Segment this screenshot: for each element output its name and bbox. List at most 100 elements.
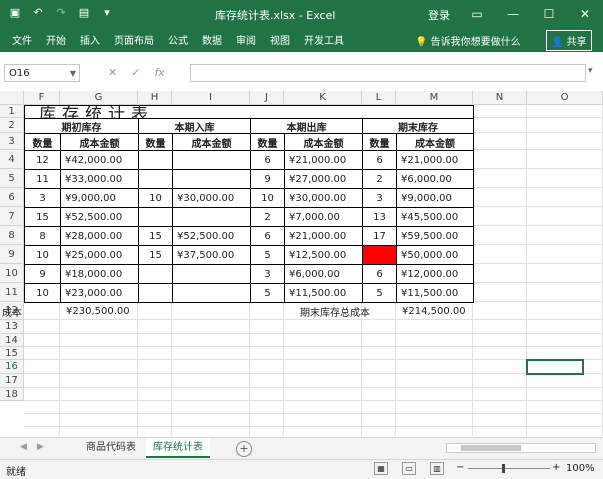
data-cell[interactable]: [172, 207, 251, 227]
tab-developer[interactable]: 开发工具: [304, 32, 344, 47]
data-cell[interactable]: 5: [250, 245, 285, 265]
section-header[interactable]: 本期出库: [250, 118, 363, 134]
add-sheet-icon[interactable]: +: [236, 441, 252, 457]
data-cell[interactable]: ¥18,000.00: [60, 264, 139, 284]
zoom-slider-knob[interactable]: [502, 464, 505, 473]
row-header[interactable]: 13: [0, 320, 24, 334]
form-icon[interactable]: ▤: [77, 5, 91, 19]
zoom-level[interactable]: 100%: [566, 463, 595, 474]
scrollbar-thumb[interactable]: [461, 445, 521, 451]
data-cell[interactable]: 20: [362, 245, 397, 265]
data-cell[interactable]: 3: [24, 188, 61, 208]
data-cell[interactable]: ¥12,000.00: [396, 264, 474, 284]
data-cell[interactable]: ¥21,000.00: [396, 150, 474, 170]
data-cell[interactable]: ¥21,000.00: [284, 150, 363, 170]
column-header[interactable]: M: [396, 91, 473, 105]
horizontal-scrollbar[interactable]: [446, 443, 596, 453]
page-layout-view-icon[interactable]: ▭: [402, 462, 416, 475]
data-cell[interactable]: 15: [138, 226, 173, 246]
data-cell[interactable]: [138, 264, 173, 284]
data-cell[interactable]: 15: [138, 245, 173, 265]
data-cell[interactable]: [138, 283, 173, 303]
data-cell[interactable]: [172, 264, 251, 284]
login-link[interactable]: 登录: [428, 7, 450, 23]
data-cell[interactable]: [138, 150, 173, 170]
column-label[interactable]: 数量: [24, 133, 61, 151]
data-cell[interactable]: 9: [24, 264, 61, 284]
column-header[interactable]: I: [172, 91, 250, 105]
data-cell[interactable]: 10: [138, 188, 173, 208]
row-header[interactable]: 4: [0, 150, 24, 169]
data-cell[interactable]: 8: [24, 226, 61, 246]
tab-insert[interactable]: 插入: [80, 32, 100, 47]
zoom-out-icon[interactable]: −: [456, 462, 464, 473]
formula-input[interactable]: [190, 64, 586, 82]
row-header[interactable]: 3: [0, 133, 24, 150]
data-cell[interactable]: 10: [250, 188, 285, 208]
tab-data[interactable]: 数据: [202, 32, 222, 47]
sheet-prev-icon[interactable]: ◀: [20, 442, 27, 452]
column-label[interactable]: 数量: [138, 133, 173, 151]
tab-view[interactable]: 视图: [270, 32, 290, 47]
data-cell[interactable]: 13: [362, 207, 397, 227]
data-cell[interactable]: 6: [362, 264, 397, 284]
insert-function-icon[interactable]: fx: [154, 66, 164, 79]
row-header[interactable]: 15: [0, 347, 24, 360]
normal-view-icon[interactable]: ▦: [374, 462, 388, 475]
data-cell[interactable]: 2: [362, 169, 397, 189]
data-cell[interactable]: ¥9,000.00: [396, 188, 474, 208]
data-cell[interactable]: ¥6,000.00: [284, 264, 363, 284]
data-cell[interactable]: [138, 169, 173, 189]
row-header[interactable]: 11: [0, 283, 24, 302]
data-cell[interactable]: ¥59,500.00: [396, 226, 474, 246]
zoom-slider[interactable]: [468, 468, 550, 469]
cancel-icon[interactable]: ✕: [108, 66, 117, 79]
row-header[interactable]: 1: [0, 105, 24, 118]
summary-label[interactable]: 成本: [0, 302, 24, 320]
data-cell[interactable]: ¥33,000.00: [60, 169, 139, 189]
data-cell[interactable]: ¥52,500.00: [172, 226, 251, 246]
data-cell[interactable]: 17: [362, 226, 397, 246]
customize-qat-icon[interactable]: ▾: [100, 5, 114, 19]
data-cell[interactable]: ¥45,500.00: [396, 207, 474, 227]
data-cell[interactable]: ¥30,000.00: [284, 188, 363, 208]
column-header[interactable]: O: [527, 91, 603, 105]
data-cell[interactable]: 3: [250, 264, 285, 284]
data-cell[interactable]: 10: [24, 245, 61, 265]
data-cell[interactable]: 5: [362, 283, 397, 303]
data-cell[interactable]: ¥28,000.00: [60, 226, 139, 246]
column-label[interactable]: 成本金额: [284, 133, 363, 151]
column-label[interactable]: 数量: [362, 133, 397, 151]
tab-home[interactable]: 开始: [46, 32, 66, 47]
data-cell[interactable]: ¥6,000.00: [396, 169, 474, 189]
tell-me-box[interactable]: 💡 告诉我你想要做什么: [415, 33, 521, 48]
column-header[interactable]: K: [284, 91, 362, 105]
data-cell[interactable]: ¥11,500.00: [396, 283, 474, 303]
maximize-icon[interactable]: ☐: [531, 0, 567, 27]
save-icon[interactable]: ▣: [8, 5, 22, 19]
data-cell[interactable]: ¥23,000.00: [60, 283, 139, 303]
share-button[interactable]: 👤 共享: [546, 30, 592, 51]
ribbon-display-icon[interactable]: ▭: [459, 0, 495, 27]
column-label[interactable]: 成本金额: [172, 133, 251, 151]
sheet-next-icon[interactable]: ▶: [37, 442, 44, 452]
sheet-tab-inventory[interactable]: 库存统计表: [146, 438, 210, 458]
tab-file[interactable]: 文件: [12, 32, 32, 47]
sheet-title-cell[interactable]: 库存统计表: [24, 105, 474, 125]
chevron-down-icon[interactable]: ▼: [70, 65, 76, 83]
data-cell[interactable]: ¥9,000.00: [60, 188, 139, 208]
data-cell[interactable]: [172, 150, 251, 170]
data-cell[interactable]: 11: [24, 169, 61, 189]
column-header[interactable]: L: [362, 91, 396, 105]
zoom-in-icon[interactable]: +: [552, 462, 560, 473]
section-header[interactable]: 期末库存: [362, 118, 474, 134]
tab-formulas[interactable]: 公式: [168, 32, 188, 47]
enter-icon[interactable]: ✓: [131, 66, 140, 79]
data-cell[interactable]: 6: [362, 150, 397, 170]
row-header[interactable]: 2: [0, 118, 24, 133]
data-cell[interactable]: 2: [250, 207, 285, 227]
sheet-tab-product-codes[interactable]: 商品代码表: [78, 438, 144, 458]
row-header[interactable]: 9: [0, 245, 24, 264]
section-header[interactable]: 本期入库: [138, 118, 251, 134]
column-header[interactable]: N: [473, 91, 527, 105]
